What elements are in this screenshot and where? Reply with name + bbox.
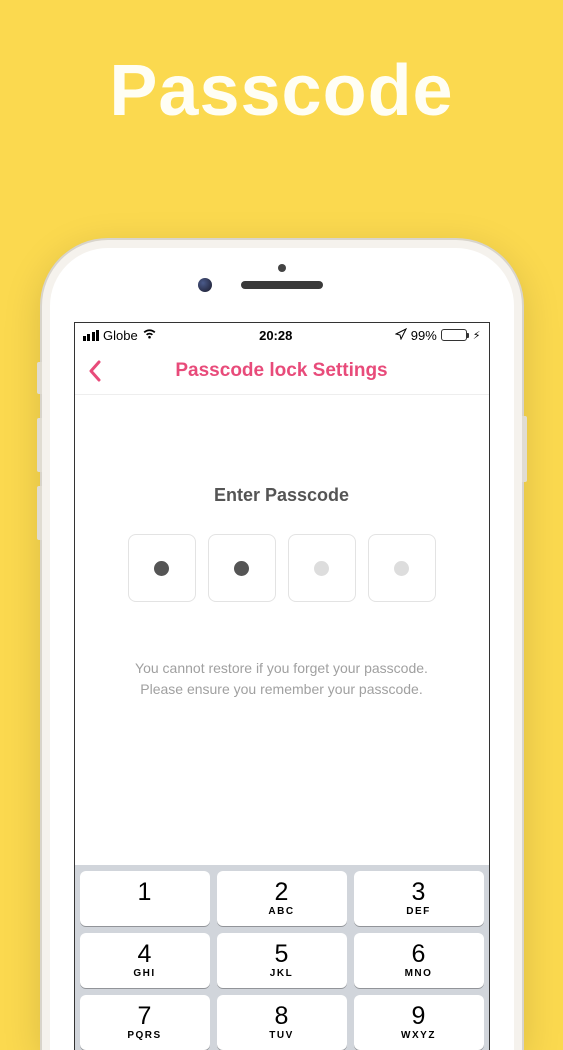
status-bar: Globe 20:28 99% ⚡︎ <box>75 323 489 347</box>
key-letters: MNO <box>405 968 433 979</box>
key-number: 5 <box>275 942 289 967</box>
nav-header: Passcode lock Settings <box>75 347 489 395</box>
keypad-key-1[interactable]: 1 <box>80 871 210 926</box>
screen: Globe 20:28 99% ⚡︎ <box>74 322 490 1050</box>
dot-filled-icon <box>234 561 249 576</box>
battery-icon <box>441 329 469 341</box>
signal-icon <box>83 330 100 341</box>
key-letters: JKL <box>270 968 293 979</box>
passcode-dots <box>101 534 463 602</box>
passcode-digit-box[interactable] <box>128 534 196 602</box>
key-number: 8 <box>275 1004 289 1029</box>
key-number: 3 <box>412 880 426 905</box>
key-letters: TUV <box>269 1030 294 1041</box>
dot-empty-icon <box>394 561 409 576</box>
phone-frame: Globe 20:28 99% ⚡︎ <box>42 240 522 1050</box>
keypad-key-6[interactable]: 6MNO <box>354 933 484 988</box>
key-letters: DEF <box>406 906 431 917</box>
key-number: 2 <box>275 880 289 905</box>
passcode-digit-box[interactable] <box>368 534 436 602</box>
key-number: 7 <box>138 1004 152 1029</box>
dot-filled-icon <box>154 561 169 576</box>
keypad-key-8[interactable]: 8TUV <box>217 995 347 1050</box>
keypad-key-4[interactable]: 4GHI <box>80 933 210 988</box>
location-icon <box>395 328 407 343</box>
key-number: 1 <box>138 880 152 905</box>
hint-text: You cannot restore if you forget your pa… <box>101 658 463 700</box>
passcode-digit-box[interactable] <box>208 534 276 602</box>
passcode-content: Enter Passcode You cannot restore if you… <box>75 395 489 700</box>
keypad-key-2[interactable]: 2ABC <box>217 871 347 926</box>
key-letters: GHI <box>133 968 155 979</box>
keypad-key-5[interactable]: 5JKL <box>217 933 347 988</box>
keypad-key-9[interactable]: 9WXYZ <box>354 995 484 1050</box>
back-button[interactable] <box>75 360 115 382</box>
key-number: 9 <box>412 1004 426 1029</box>
carrier-label: Globe <box>103 328 138 343</box>
key-number: 6 <box>412 942 426 967</box>
key-letters: PQRS <box>127 1030 161 1041</box>
key-number: 4 <box>138 942 152 967</box>
key-letters: ABC <box>268 906 294 917</box>
key-letters: WXYZ <box>401 1030 436 1041</box>
phone-hardware-top <box>50 248 514 322</box>
promo-title: Passcode <box>0 50 563 132</box>
dot-empty-icon <box>314 561 329 576</box>
wifi-icon <box>142 328 157 343</box>
keypad-key-3[interactable]: 3DEF <box>354 871 484 926</box>
numeric-keypad: 12ABC3DEF4GHI5JKL6MNO7PQRS8TUV9WXYZ <box>75 865 489 1050</box>
nav-title: Passcode lock Settings <box>75 360 489 382</box>
keypad-key-7[interactable]: 7PQRS <box>80 995 210 1050</box>
enter-passcode-label: Enter Passcode <box>101 485 463 506</box>
status-time: 20:28 <box>259 328 292 343</box>
battery-percent: 99% <box>411 328 437 343</box>
charging-icon: ⚡︎ <box>473 329 481 342</box>
passcode-digit-box[interactable] <box>288 534 356 602</box>
